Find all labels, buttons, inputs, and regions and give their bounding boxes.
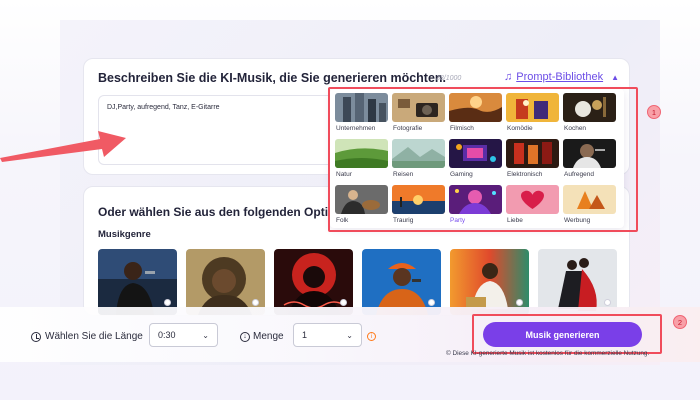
folk-image: [335, 185, 388, 214]
travel-image: [392, 139, 445, 168]
genre-card-dreadlocks[interactable]: [186, 249, 265, 315]
prompt-category-liebe[interactable]: Liebe: [506, 185, 559, 229]
length-label: Wählen Sie die Länge: [31, 331, 143, 342]
genre-radio[interactable]: [428, 299, 435, 306]
prompt-category-werbung[interactable]: Werbung: [563, 185, 616, 229]
prompt-category-label: Natur: [336, 171, 352, 178]
prompt-category-elektronisch[interactable]: Elektronisch: [506, 139, 559, 183]
prompt-category-grid: Unternehmen Fotografie Filmisch Komödie Koch…: [335, 93, 616, 229]
genre-radio[interactable]: [340, 299, 347, 306]
genre-card-headphones[interactable]: [274, 249, 353, 315]
prompt-category-fotografie[interactable]: Fotografie: [392, 93, 445, 137]
chevron-down-icon: ⌄: [346, 330, 353, 340]
clock-icon: [31, 331, 41, 342]
prompt-category-komödie[interactable]: Komödie: [506, 93, 559, 137]
camera-image: [392, 93, 445, 122]
music-genre-heading: Musikgenre: [98, 229, 151, 240]
prompt-category-label: Komödie: [507, 125, 533, 132]
prompt-category-label: Gaming: [450, 171, 473, 178]
prompt-category-label: Elektronisch: [507, 171, 543, 178]
prompt-category-traurig[interactable]: Traurig: [392, 185, 445, 229]
character-counter: 38/1000: [436, 75, 462, 82]
prompt-category-kochen[interactable]: Kochen: [563, 93, 616, 137]
party-image: [449, 185, 502, 214]
prompt-category-label: Werbung: [564, 217, 591, 224]
prompt-category-label: Folk: [336, 217, 349, 224]
annotation-badge-1: 1: [647, 105, 661, 119]
length-select[interactable]: 0:30 ⌄: [149, 323, 218, 347]
generate-music-button[interactable]: Musik generieren: [483, 322, 642, 347]
length-select-value: 0:30: [158, 330, 176, 340]
annotation-arrow: [0, 131, 126, 162]
prompt-category-folk[interactable]: Folk: [335, 185, 388, 229]
quantity-select[interactable]: 1 ⌄: [293, 323, 362, 347]
advertising-image: [563, 185, 616, 214]
prompt-category-filmisch[interactable]: Filmisch: [449, 93, 502, 137]
prompt-category-gaming[interactable]: Gaming: [449, 139, 502, 183]
genre-card-drummer[interactable]: [450, 249, 529, 315]
sad-sunset-image: [392, 185, 445, 214]
prompt-category-label: Party: [450, 217, 466, 224]
prompt-category-label: Liebe: [507, 217, 523, 224]
prompt-category-label: Filmisch: [450, 125, 474, 132]
prompt-category-label: Fotografie: [393, 125, 423, 132]
music-note-icon: ♫: [504, 71, 513, 83]
prompt-category-natur[interactable]: Natur: [335, 139, 388, 183]
genre-radio[interactable]: [604, 299, 611, 306]
heart-image: [506, 185, 559, 214]
quantity-label: ↓ Menge: [240, 331, 284, 342]
electronic-image: [506, 139, 559, 168]
options-title: Oder wählen Sie aus den folgenden Option…: [98, 205, 357, 219]
download-circle-icon: ↓: [240, 331, 250, 342]
prompt-library-panel: Unternehmen Fotografie Filmisch Komödie Koch…: [330, 89, 624, 228]
describe-title: Beschreiben Sie die KI-Musik, die Sie ge…: [98, 71, 447, 85]
genre-card-dancers[interactable]: [538, 249, 617, 315]
info-icon[interactable]: i: [367, 332, 376, 341]
prompt-category-unternehmen[interactable]: Unternehmen: [335, 93, 388, 137]
length-label-text: Wählen Sie die Länge: [45, 331, 143, 342]
prompt-library-label: Prompt-Bibliothek: [516, 71, 604, 83]
meadow-image: [335, 139, 388, 168]
chevron-down-icon: ⌄: [202, 330, 209, 340]
annotation-badge-2: 2: [673, 315, 687, 329]
skyscraper-image: [335, 93, 388, 122]
prompt-category-reisen[interactable]: Reisen: [392, 139, 445, 183]
genre-card-singer[interactable]: [98, 249, 177, 315]
prompt-library-link[interactable]: ♫ Prompt-Bibliothek ▲: [504, 71, 619, 83]
prompt-category-label: Unternehmen: [336, 125, 376, 132]
genre-radio[interactable]: [252, 299, 259, 306]
gaming-image: [449, 139, 502, 168]
singer-image: [563, 139, 616, 168]
quantity-label-text: Menge: [253, 331, 284, 342]
cooking-image: [563, 93, 616, 122]
genre-radio[interactable]: [164, 299, 171, 306]
prompt-category-party[interactable]: Party: [449, 185, 502, 229]
prompt-category-label: Reisen: [393, 171, 414, 178]
genre-card-rapper[interactable]: [362, 249, 441, 315]
quantity-select-value: 1: [302, 330, 308, 340]
prompt-category-aufregend[interactable]: Aufregend: [563, 139, 616, 183]
music-genre-list: [98, 249, 617, 315]
prompt-category-label: Aufregend: [564, 171, 594, 178]
prompt-category-label: Kochen: [564, 125, 587, 132]
prompt-category-label: Traurig: [393, 217, 414, 224]
chevron-up-icon: ▲: [611, 72, 619, 82]
cinematic-landscape-image: [449, 93, 502, 122]
comedy-image: [506, 93, 559, 122]
commercial-use-disclaimer: © Diese KI-generierte Musik ist kostenlo…: [446, 350, 650, 357]
genre-radio[interactable]: [516, 299, 523, 306]
